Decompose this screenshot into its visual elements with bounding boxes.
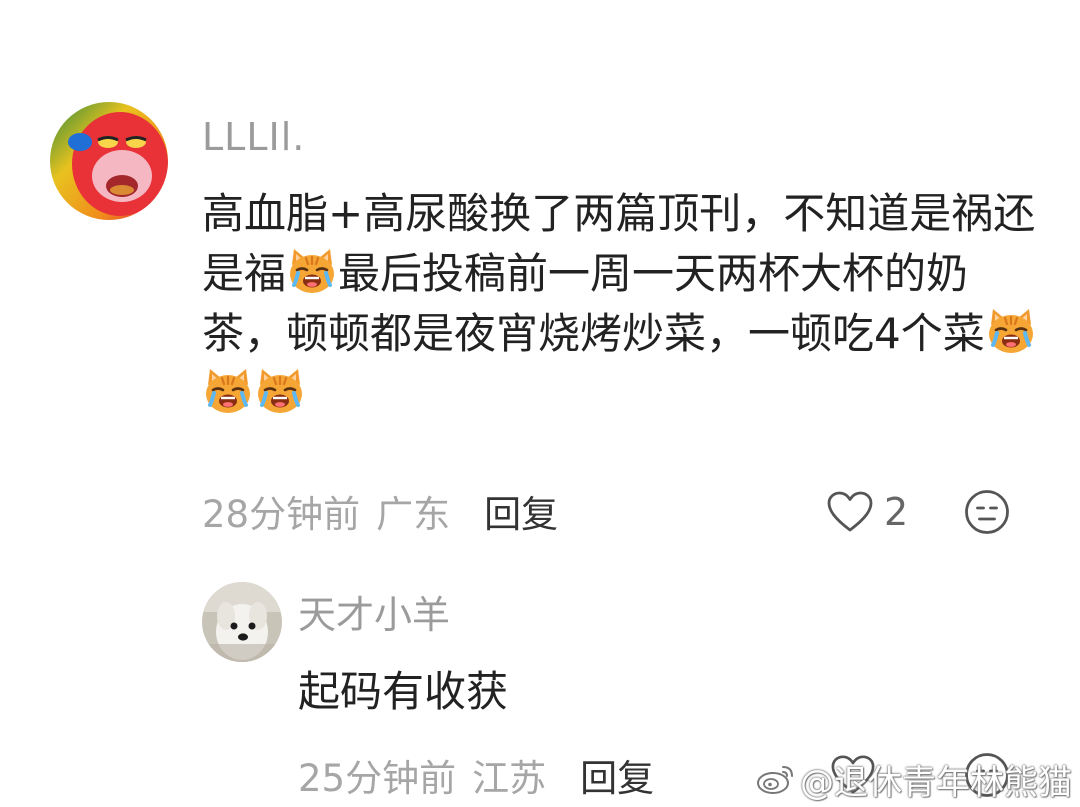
avatar-image: [202, 582, 282, 662]
user-avatar[interactable]: [50, 102, 168, 220]
reply-location: 江苏: [472, 757, 547, 800]
crying-cat-emoji-icon: [202, 365, 254, 417]
reply-timestamp: 25分钟前: [298, 757, 457, 800]
watermark-text: @退休青年林熊猫: [800, 762, 1072, 803]
avatar-image: [50, 102, 168, 220]
weibo-logo-icon: [757, 766, 793, 794]
emoji-reaction-icon[interactable]: [964, 489, 1010, 535]
crying-cat-emoji-icon: [286, 245, 338, 297]
like-count: 2: [884, 490, 909, 534]
comment-meta: 28分钟前 广东 回复: [202, 486, 558, 536]
comment-location: 广东: [376, 493, 451, 536]
comment-timestamp: 28分钟前: [202, 493, 361, 536]
reply-user-avatar[interactable]: [202, 582, 282, 662]
crying-cat-emoji-icon: [254, 365, 306, 417]
comment-text: 高血脂+高尿酸换了两篇顶刊，不知道是祸还是福 最后投稿前一周一天两杯大杯的奶茶，顿…: [202, 184, 1042, 424]
reply-username[interactable]: 天才小羊: [298, 590, 450, 640]
comment-username[interactable]: LLLIl.: [202, 112, 305, 162]
reply-meta: 25分钟前 江苏 回复: [298, 750, 654, 800]
reply-button[interactable]: 回复: [484, 484, 558, 538]
watermark: @退休青年林熊猫: [756, 756, 1072, 803]
crying-cat-emoji-icon: [985, 305, 1037, 357]
reply-text: 起码有收获: [298, 667, 509, 716]
reply-to-reply-button[interactable]: 回复: [580, 748, 654, 802]
heart-icon: [827, 491, 873, 532]
like-button[interactable]: 2: [826, 488, 908, 536]
